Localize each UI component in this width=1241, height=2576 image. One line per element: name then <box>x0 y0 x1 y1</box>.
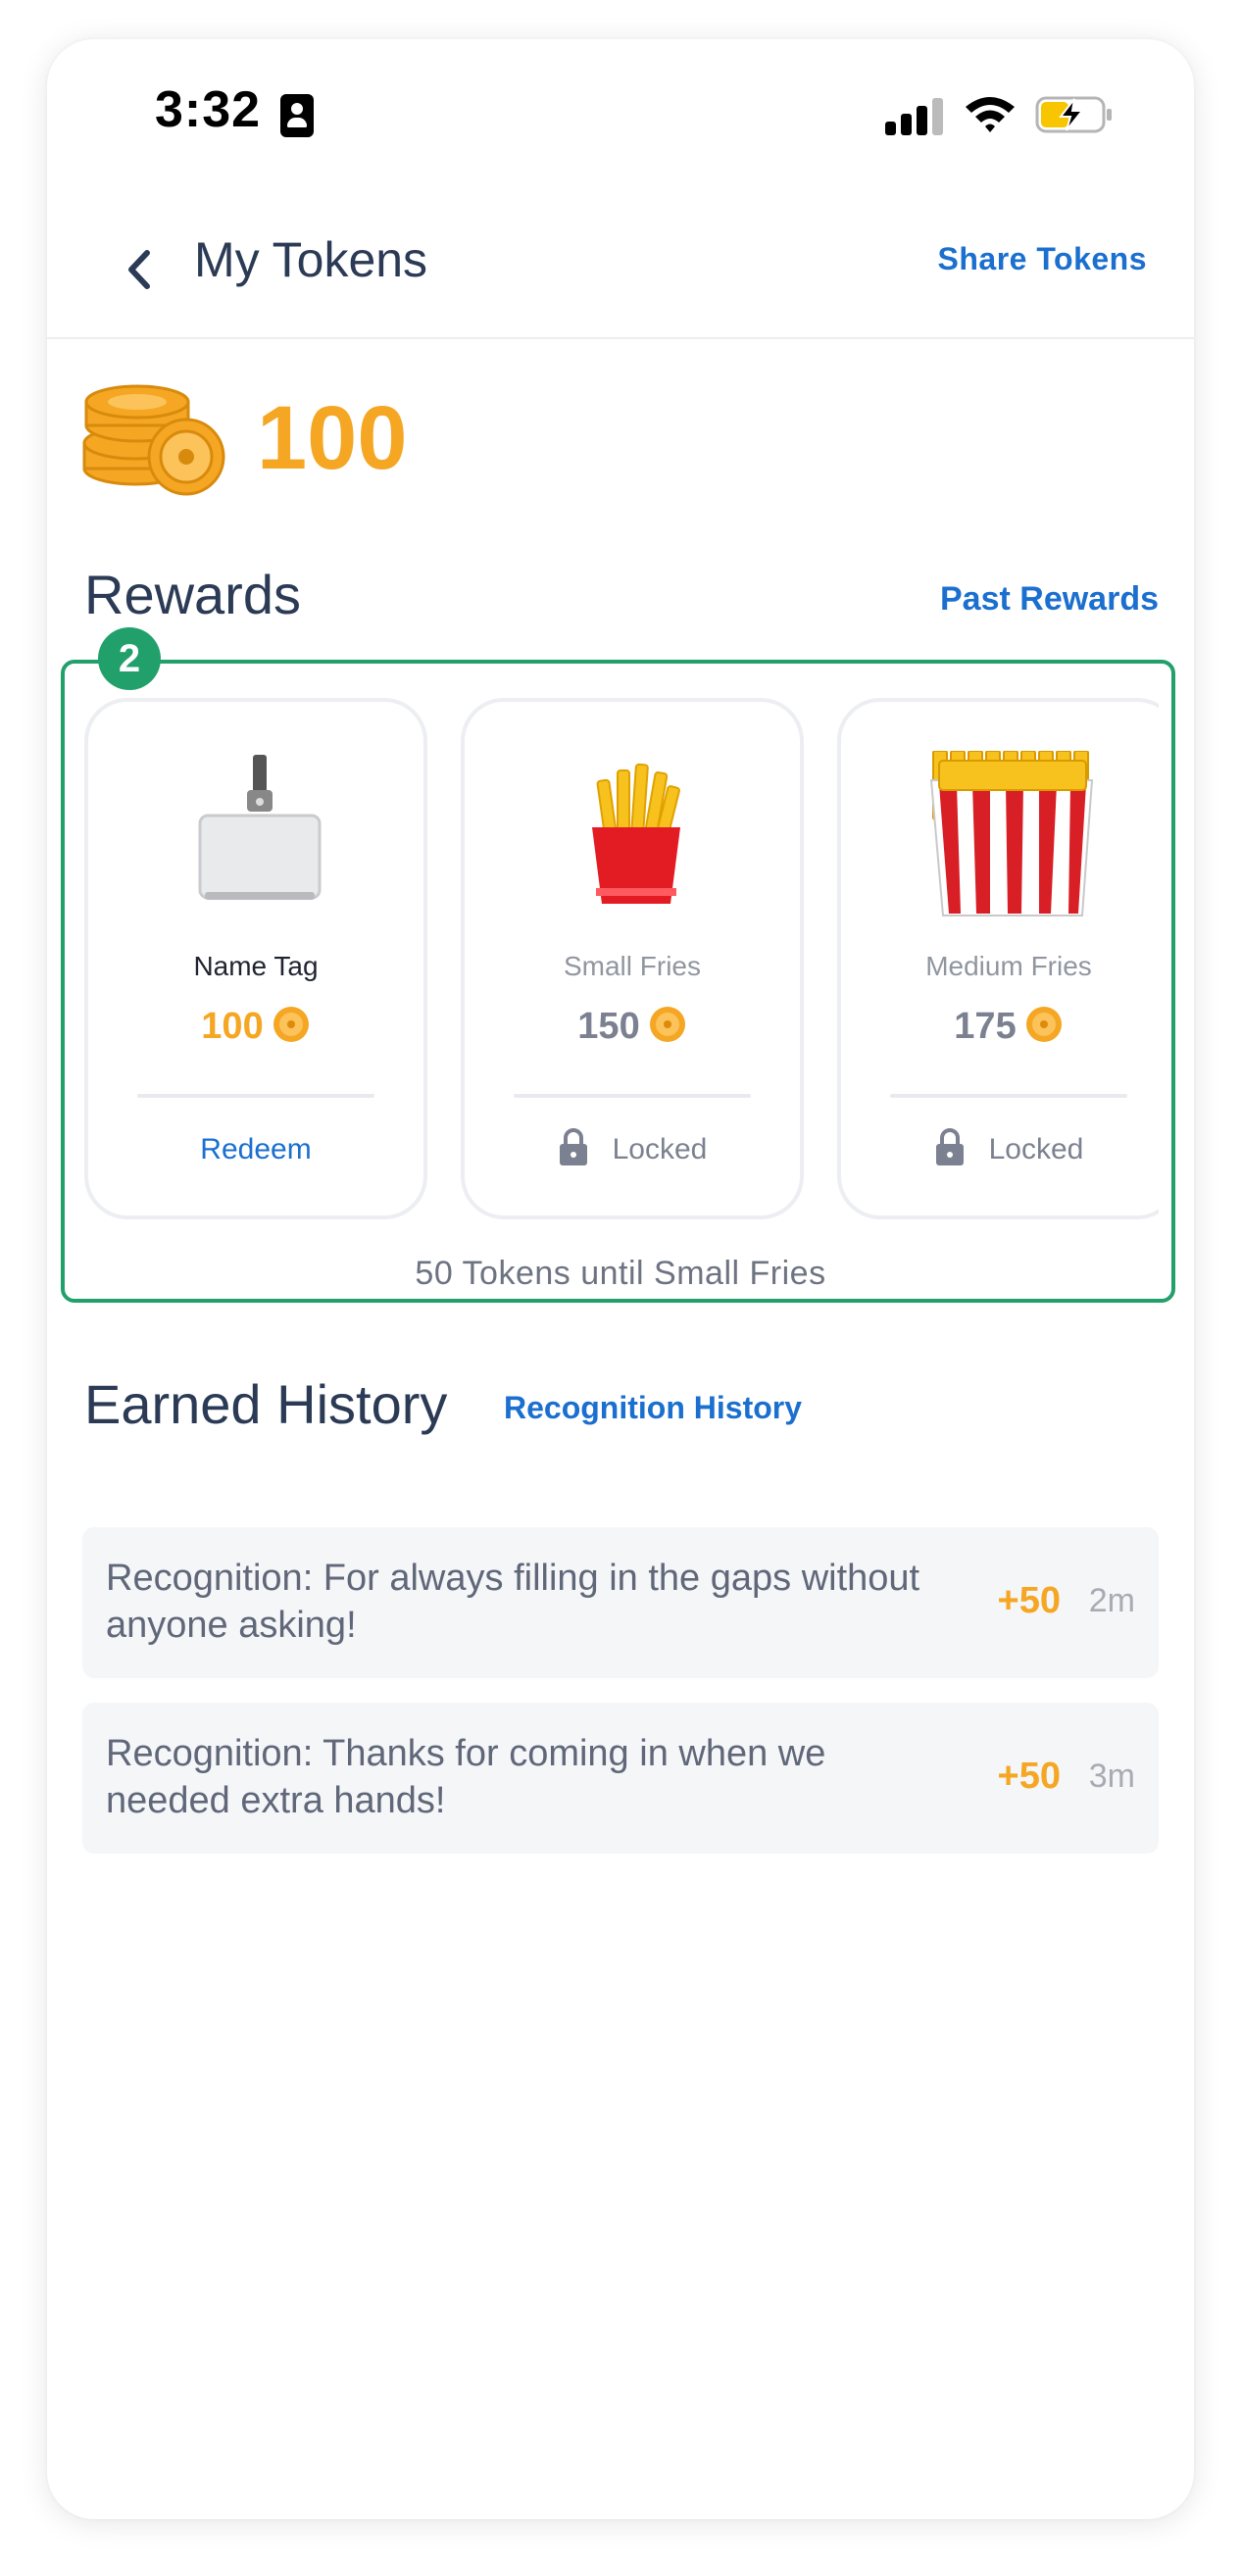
back-chevron-icon[interactable] <box>106 235 174 304</box>
history-item[interactable]: Recognition: For always filling in the g… <box>82 1527 1159 1678</box>
coin-stack-icon <box>82 384 225 496</box>
reward-cost: 150 <box>465 1006 800 1048</box>
reward-name: Medium Fries <box>925 951 1092 981</box>
locked-status: Locked <box>465 1128 800 1166</box>
token-balance: 100 <box>257 388 408 488</box>
status-time: 3:32 <box>155 81 262 138</box>
medium-fries-image <box>929 751 1094 916</box>
lock-icon <box>935 1128 964 1166</box>
recognition-history-link[interactable]: Recognition History <box>504 1390 802 1426</box>
history-item-points: +50 <box>997 1756 1061 1797</box>
history-item-time: 2m <box>1088 1582 1135 1619</box>
locked-label: Locked <box>988 1133 1084 1165</box>
step-badge: 2 <box>98 627 161 690</box>
history-item-text: Recognition: Thanks for coming in when w… <box>106 1733 826 1821</box>
lock-icon <box>559 1128 587 1166</box>
reward-name: Small Fries <box>563 951 701 981</box>
page-title: My Tokens <box>194 232 428 287</box>
token-icon <box>649 1006 685 1042</box>
header-divider <box>47 337 1194 339</box>
card-divider <box>514 1094 751 1098</box>
reward-cost-value: 175 <box>954 1006 1017 1047</box>
locked-status: Locked <box>841 1128 1159 1166</box>
reward-card-small-fries[interactable]: Small Fries 150 Locked <box>461 698 804 1219</box>
small-fries-image <box>592 763 680 904</box>
reward-card-name-tag[interactable]: Name Tag 100 Redeem <box>84 698 427 1219</box>
name-tag-image <box>198 755 322 900</box>
reward-name: Name Tag <box>193 951 319 981</box>
history-item-text: Recognition: For always filling in the g… <box>106 1558 920 1646</box>
history-item[interactable]: Recognition: Thanks for coming in when w… <box>82 1703 1159 1854</box>
contact-card-icon <box>280 94 314 137</box>
reward-cost: 175 <box>841 1006 1159 1048</box>
phone-screen: 3:32 My Tokens Share Tokens 100 Rewards … <box>47 39 1194 2519</box>
battery-charging-icon <box>1035 96 1112 133</box>
reward-card-medium-fries[interactable]: Medium Fries 175 Locked <box>837 698 1159 1219</box>
token-icon <box>1025 1006 1062 1042</box>
share-tokens-link[interactable]: Share Tokens <box>938 241 1147 277</box>
cellular-signal-icon <box>885 96 944 135</box>
token-icon <box>273 1006 309 1042</box>
reward-cost: 100 <box>88 1006 423 1048</box>
reward-cost-value: 100 <box>201 1006 264 1047</box>
past-rewards-link[interactable]: Past Rewards <box>940 580 1159 619</box>
redeem-button[interactable]: Redeem <box>88 1133 423 1166</box>
rewards-heading: Rewards <box>84 564 301 625</box>
locked-label: Locked <box>612 1133 708 1165</box>
card-divider <box>890 1094 1127 1098</box>
card-divider <box>137 1094 374 1098</box>
rewards-carousel[interactable]: Name Tag 100 Redeem Small Fries 150 Lock… <box>84 696 1159 1235</box>
history-item-points: +50 <box>997 1580 1061 1621</box>
earned-history-heading: Earned History <box>84 1373 448 1435</box>
tokens-until-next-reward: 50 Tokens until Small Fries <box>415 1255 826 1292</box>
wifi-icon <box>966 97 1015 132</box>
history-item-time: 3m <box>1088 1758 1135 1795</box>
reward-cost-value: 150 <box>577 1006 640 1047</box>
